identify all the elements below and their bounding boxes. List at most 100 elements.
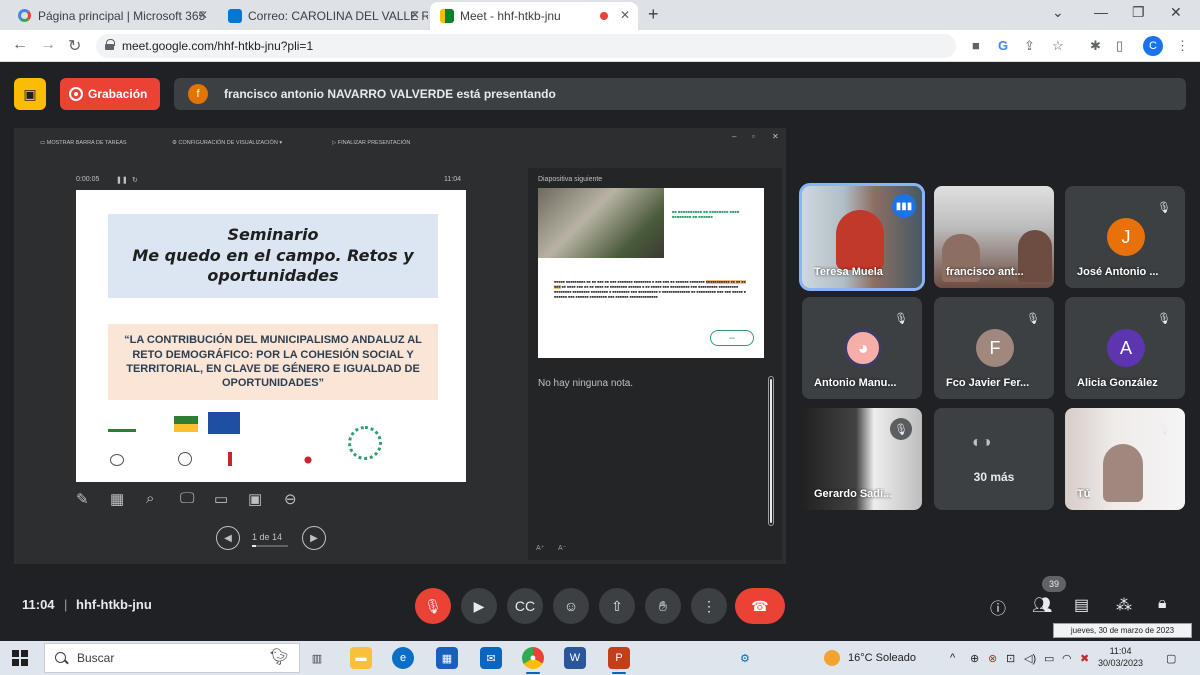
tab-microsoft-365[interactable]: Página principal | Microsoft 365 ✕ — [8, 2, 216, 30]
participant-tile[interactable]: ▮▮▮ Teresa Muela — [799, 183, 925, 291]
present-button[interactable]: ⇧ — [599, 588, 635, 624]
notes-scrollbar[interactable] — [768, 376, 774, 526]
bookmark-star-icon[interactable]: ☆ — [1052, 38, 1064, 54]
tab-search-icon[interactable]: ⌄ — [1052, 4, 1064, 21]
tab-correo[interactable]: Correo: CAROLINA DEL VALLE RA ✕ — [218, 2, 428, 30]
tray-overflow-icon[interactable]: ^ — [950, 652, 955, 664]
extensions-icon[interactable]: ✱ — [1090, 38, 1101, 54]
reset-timer-icon[interactable]: ↻ — [132, 176, 138, 184]
restore-icon[interactable]: ▫ — [752, 132, 755, 141]
google-translate-icon[interactable]: G — [998, 38, 1008, 53]
scroll-thumb[interactable] — [770, 379, 772, 523]
profile-avatar[interactable]: C — [1143, 36, 1163, 56]
zoom-icon[interactable]: ⌕ — [146, 490, 154, 507]
meeting-details-button[interactable]: ⓘ — [990, 595, 1006, 619]
next-slide-button[interactable]: ▶ — [302, 526, 326, 550]
battery-icon[interactable]: ▭ — [1044, 652, 1054, 665]
pause-icon[interactable]: ❚❚ — [116, 176, 128, 184]
raise-hand-button[interactable]: ✋︎ — [645, 588, 681, 624]
logo-university-icon — [178, 452, 192, 466]
participant-tile[interactable]: francisco ant... — [934, 186, 1054, 288]
window-close-icon[interactable]: ✕ — [1170, 4, 1182, 21]
participant-avatar-image: ◕ — [844, 329, 882, 367]
reactions-button[interactable]: ☺ — [553, 588, 589, 624]
participant-tile[interactable]: 🎙︎ ◕ Antonio Manu... — [802, 297, 922, 399]
pen-icon[interactable]: ✎ — [76, 490, 89, 508]
close-icon[interactable]: ✕ — [620, 8, 630, 22]
host-controls-button[interactable]: 🔒︎ — [1158, 595, 1167, 613]
side-panel-icon[interactable]: ▯ — [1116, 38, 1123, 54]
chrome-icon[interactable]: ● — [522, 647, 544, 669]
more-options-button[interactable]: ⋮ — [691, 588, 727, 624]
tray-app-icon[interactable]: ⊕ — [970, 652, 979, 665]
more-participants-tile[interactable]: ◐◑ 30 más — [934, 408, 1054, 510]
decrease-font-icon[interactable]: A⁻ — [558, 544, 566, 552]
more-vert-icon: ⋮ — [702, 597, 716, 614]
volume-icon[interactable]: ◁) — [1024, 652, 1036, 665]
restore-icon[interactable]: ❐ — [1132, 4, 1145, 21]
camera-off-icon: ▣ — [23, 85, 37, 102]
notifications-icon[interactable]: ▢ — [1166, 652, 1176, 665]
back-icon[interactable]: ← — [12, 36, 28, 54]
recording-notice-button[interactable]: ▣ — [14, 78, 46, 110]
leave-call-button[interactable]: ☎ — [735, 588, 785, 624]
show-taskbar-button[interactable]: ▭ MOSTRAR BARRA DE TAREAS — [40, 140, 127, 146]
security-icon[interactable]: ✖ — [1080, 652, 1089, 665]
edge-icon[interactable]: e — [392, 647, 414, 669]
url-input[interactable]: meet.google.com/hhf-htkb-jnu?pli=1 — [96, 34, 956, 58]
tab-meet[interactable]: Meet - hhf-htkb-jnu ✕ — [430, 2, 638, 30]
network-icon[interactable]: ⊡ — [1006, 652, 1015, 665]
display-settings-button[interactable]: ⚙ CONFIGURACIÓN DE VISUALIZACIÓN ▾ — [172, 140, 282, 146]
weather-text[interactable]: 16°C Soleado — [848, 652, 916, 664]
next-slide-preview[interactable]: ■■ ■■■■■■■■■■ ■■ ■■■■■■■■ ■■■■ ■■■■■■■■ … — [538, 188, 764, 358]
camera-toggle-button[interactable]: ▶︎ — [461, 588, 497, 624]
task-view-icon[interactable]: ▥ — [306, 647, 328, 669]
increase-font-icon[interactable]: A⁺ — [536, 544, 544, 552]
menu-kebab-icon[interactable]: ⋮ — [1176, 38, 1189, 54]
close-icon[interactable]: ✕ — [410, 8, 420, 22]
more-options-icon[interactable]: ⊖ — [284, 490, 297, 508]
new-tab-button[interactable]: + — [648, 4, 659, 25]
participant-tile[interactable]: 🎙︎ A Alicia González — [1065, 297, 1185, 399]
forward-icon[interactable]: → — [40, 36, 56, 54]
people-button[interactable]: 👥︎ — [1032, 595, 1052, 615]
mic-toggle-button[interactable]: 🎙︎ — [415, 588, 451, 624]
teams-icon[interactable]: ⚙ — [740, 652, 750, 665]
video-icon[interactable]: ▣ — [248, 490, 262, 508]
previous-slide-button[interactable]: ◀ — [216, 526, 240, 550]
mail-icon[interactable]: ✉ — [480, 647, 502, 669]
file-explorer-icon[interactable]: ▬ — [350, 647, 372, 669]
phone-hangup-icon: ☎ — [751, 597, 769, 614]
end-presentation-button[interactable]: ▷ FINALIZAR PRESENTACIÓN — [332, 140, 410, 146]
windows-start-button[interactable] — [12, 650, 28, 666]
recording-button[interactable]: Grabación — [60, 78, 160, 110]
store-icon[interactable]: ▦ — [436, 647, 458, 669]
taskbar-search[interactable]: Buscar 🐤︎ — [44, 643, 300, 673]
participant-tile[interactable]: 🎙︎ F Fco Javier Fer... — [934, 297, 1054, 399]
tray-app-icon[interactable]: ⊗ — [988, 652, 997, 665]
activities-button[interactable]: ⁂ — [1116, 595, 1132, 615]
system-clock[interactable]: 11:04 30/03/2023 — [1098, 645, 1143, 669]
powerpoint-icon[interactable]: P — [608, 647, 630, 669]
wifi-icon[interactable]: ◠ — [1062, 652, 1072, 665]
participant-name: José Antonio ... — [1077, 266, 1159, 278]
black-screen-icon[interactable]: ▭ — [214, 490, 228, 508]
mic-off-icon: 🎙︎ — [1157, 312, 1171, 325]
captions-button[interactable]: CC — [507, 588, 543, 624]
presenter-avatar: f — [188, 84, 208, 104]
chat-button[interactable]: ▤ — [1074, 595, 1089, 615]
word-icon[interactable]: W — [564, 647, 586, 669]
minimize-icon[interactable]: – — [732, 132, 736, 141]
participant-tile[interactable]: 🎙︎ Gerardo Sadi... — [802, 408, 922, 510]
camera-indicator-icon[interactable]: ■ — [972, 38, 980, 53]
self-tile[interactable]: 🎙︎ Tú — [1065, 408, 1185, 510]
minimize-icon[interactable]: — — [1094, 4, 1108, 20]
close-icon[interactable]: ✕ — [198, 8, 208, 22]
reload-icon[interactable]: ↻ — [68, 36, 81, 56]
close-icon[interactable]: ✕ — [772, 132, 779, 141]
presenter-mode-icon[interactable]: 🖵 — [180, 490, 194, 507]
share-icon[interactable]: ⇪ — [1024, 38, 1035, 54]
logo-university-icon — [300, 452, 316, 468]
grid-view-icon[interactable]: ▦ — [110, 490, 124, 508]
participant-tile[interactable]: 🎙︎ J José Antonio ... — [1065, 186, 1185, 288]
